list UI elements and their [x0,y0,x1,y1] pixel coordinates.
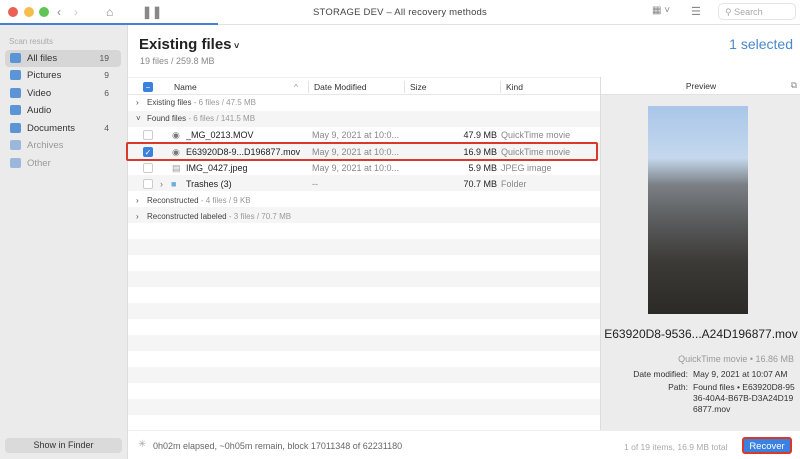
title-bar: ‹ › ⌂ ❚❚ STORAGE DEV – All recovery meth… [0,0,800,25]
status-bar: ✳ 0h02m elapsed, ~0h05m remain, block 17… [128,430,800,459]
group-reconstructed[interactable]: › Reconstructed - 4 files / 9 KB [128,193,600,209]
documents-icon [10,123,21,133]
recover-button[interactable]: Recover [742,437,792,454]
table-header: − Name ^ Date Modified Size Kind [128,77,600,95]
chevron-right-icon[interactable]: › [160,179,163,189]
row-checkbox[interactable] [143,179,153,189]
audio-icon [10,105,21,115]
selected-count: 1 selected [729,36,793,52]
selection-summary: 1 of 19 items, 16.9 MB total [624,442,728,452]
sidebar-item-all-files[interactable]: All files 19 [5,50,121,67]
sidebar-item-documents[interactable]: Documents 4 [5,120,121,137]
spinner-icon: ✳ [138,439,147,450]
column-date-modified[interactable]: Date Modified [314,82,366,92]
video-icon [10,88,21,98]
column-size[interactable]: Size [410,82,427,92]
show-in-finder-button[interactable]: Show in Finder [5,438,122,453]
chevron-down-icon: ˅ [231,41,240,51]
sidebar-item-other[interactable]: Other [5,155,121,172]
sort-ascending-icon: ^ [294,82,298,92]
select-all-checkbox[interactable]: − [143,82,153,92]
table-row-folder[interactable]: › ■ Trashes (3) -- 70.7 MB Folder [128,176,600,192]
image-file-icon: ▤ [172,163,181,173]
row-checkbox[interactable] [143,163,153,173]
preview-date: May 9, 2021 at 10:07 AM [693,369,788,379]
row-checkbox[interactable] [143,130,153,140]
preview-header: Preview ⧉ [601,77,800,95]
filter-icon[interactable]: ☰ [691,5,701,18]
preview-image [648,106,748,314]
window-title: STORAGE DEV – All recovery methods [313,7,487,18]
sidebar: Scan results All files 19 Pictures 9 Video… [0,25,128,459]
movie-file-icon: ◉ [172,130,180,140]
pictures-icon [10,70,21,80]
column-kind[interactable]: Kind [506,82,523,92]
search-icon: ⚲ [725,7,735,17]
copy-icon[interactable]: ⧉ [791,80,797,91]
scan-status: 0h02m elapsed, ~0h05m remain, block 1701… [153,441,403,451]
chevron-right-icon: › [136,212,139,221]
preview-path: Found files • E63920D8-9536-40A4-B67B-D3… [693,382,795,414]
all-files-icon [10,53,21,63]
sidebar-heading: Scan results [9,37,54,46]
other-icon [10,158,21,168]
sidebar-item-video[interactable]: Video 6 [5,85,121,102]
preview-file-name: E63920D8-9536...A24D196877.mov [604,327,798,341]
view-subtitle: 19 files / 259.8 MB [140,56,215,66]
chevron-right-icon: › [136,98,139,107]
group-reconstructed-labeled[interactable]: › Reconstructed labeled - 3 files / 70.7 … [128,209,600,225]
sidebar-item-archives[interactable]: Archives [5,137,121,154]
column-name[interactable]: Name [174,82,197,92]
archives-icon [10,140,21,150]
folder-icon: ■ [171,179,177,189]
sidebar-item-pictures[interactable]: Pictures 9 [5,67,121,84]
table-row[interactable]: ◉ _MG_0213.MOV May 9, 2021 at 10:0... 47.9 … [128,127,600,143]
view-mode-icon[interactable]: ▦ ˅ [652,5,670,16]
chevron-down-icon: ˅ [136,114,141,123]
selection-annotation [126,142,598,161]
group-existing-files[interactable]: › Existing files - 6 files / 47.5 MB [128,95,600,111]
preview-kind: QuickTime movie • 16.86 MB [678,354,794,364]
sidebar-item-audio[interactable]: Audio [5,102,121,119]
preview-panel: Preview ⧉ E63920D8-9536...A24D196877.mov … [600,77,800,430]
group-found-files[interactable]: ˅ Found files - 6 files / 141.5 MB [128,111,600,127]
view-title-dropdown[interactable]: Existing files ˅ [139,36,239,53]
table-row[interactable]: ▤ IMG_0427.jpeg May 9, 2021 at 10:0... 5.9 … [128,160,600,176]
chevron-right-icon: › [136,196,139,205]
search-input[interactable]: ⚲ Search [718,3,796,20]
